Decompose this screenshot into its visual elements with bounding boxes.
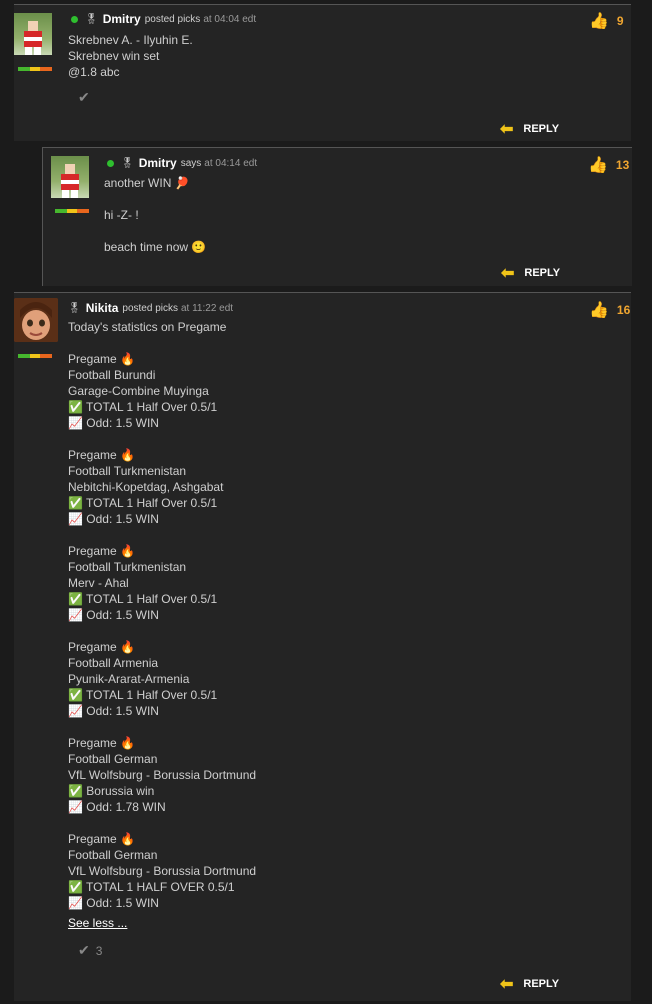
rank-bar	[18, 67, 52, 71]
player-photo-icon	[61, 164, 79, 198]
avatar[interactable]	[14, 13, 52, 55]
timestamp: at 11:22 edt	[180, 302, 234, 314]
comment-body: Skrebnev A. - Ilyuhin E. Skrebnev win se…	[68, 33, 193, 79]
like-count: 16	[616, 303, 631, 317]
online-status-icon	[71, 15, 78, 23]
like-count: 9	[616, 14, 624, 28]
comment-dmitry-picks: 🎖 Dmitry posted picks at 04:04 edt 👍 9 S…	[14, 4, 631, 141]
online-status-icon	[107, 159, 114, 167]
approve-button[interactable]: ✔	[78, 89, 96, 106]
comment-dmitry-reply: 🎖 Dmitry says at 04:14 edt 👍 13 another …	[42, 147, 632, 286]
reply-label: REPLY	[524, 267, 561, 279]
see-less-link[interactable]: See less ...	[68, 916, 127, 930]
username[interactable]: Dmitry	[139, 156, 177, 170]
reply-label: REPLY	[523, 978, 560, 990]
username[interactable]: Nikita	[86, 301, 119, 315]
like-count: 13	[615, 158, 630, 172]
comment-body: Today's statistics on Pregame Pregame 🔥 …	[68, 320, 257, 910]
post-verb: posted picks	[144, 13, 201, 25]
player-photo-icon	[24, 21, 42, 55]
reply-button[interactable]: ⬅ REPLY	[500, 974, 559, 994]
comment-nikita-picks: 🎖 Nikita posted picks at 11:22 edt 👍 16 …	[14, 292, 631, 1001]
comment-header: 🎖 Dmitry says at 04:14 edt	[107, 155, 257, 171]
comment-body: another WIN 🏓 hi -Z- ! beach time now 🙂	[104, 176, 207, 254]
timestamp: at 04:14 edt	[204, 157, 258, 169]
approve-count: 3	[95, 943, 103, 958]
reply-arrow-icon: ⬅	[500, 976, 514, 993]
reply-label: REPLY	[523, 123, 560, 135]
avatar[interactable]	[14, 298, 58, 342]
comment-header: 🎖 Nikita posted picks at 11:22 edt	[68, 300, 233, 316]
thumbs-up-icon: 👍	[589, 302, 609, 319]
avatar[interactable]	[51, 156, 89, 198]
like-button[interactable]: 👍 13	[588, 155, 629, 175]
check-icon: ✔	[78, 942, 90, 958]
timestamp: at 04:04 edt	[203, 13, 257, 25]
reply-arrow-icon: ⬅	[501, 265, 515, 282]
comment-header: 🎖 Dmitry posted picks at 04:04 edt	[71, 11, 256, 27]
rank-bar	[55, 209, 89, 213]
reply-arrow-icon: ⬅	[500, 121, 514, 138]
check-icon: ✔	[78, 89, 90, 105]
like-button[interactable]: 👍 9	[589, 11, 624, 31]
cartoon-avatar-icon	[14, 298, 58, 342]
username[interactable]: Dmitry	[103, 12, 141, 26]
rank-bar	[18, 354, 52, 358]
medal-icon: 🎖	[68, 302, 81, 314]
thumbs-up-icon: 👍	[588, 157, 608, 174]
medal-icon: 🎖	[121, 157, 134, 169]
post-verb: posted picks	[122, 302, 178, 314]
like-button[interactable]: 👍 16	[589, 300, 630, 320]
approve-button[interactable]: ✔ 3	[78, 942, 102, 959]
post-verb: says	[180, 157, 202, 169]
thumbs-up-icon: 👍	[589, 13, 609, 30]
reply-button[interactable]: ⬅ REPLY	[500, 119, 559, 139]
reply-button[interactable]: ⬅ REPLY	[501, 263, 560, 283]
medal-icon: 🎖	[85, 13, 98, 25]
